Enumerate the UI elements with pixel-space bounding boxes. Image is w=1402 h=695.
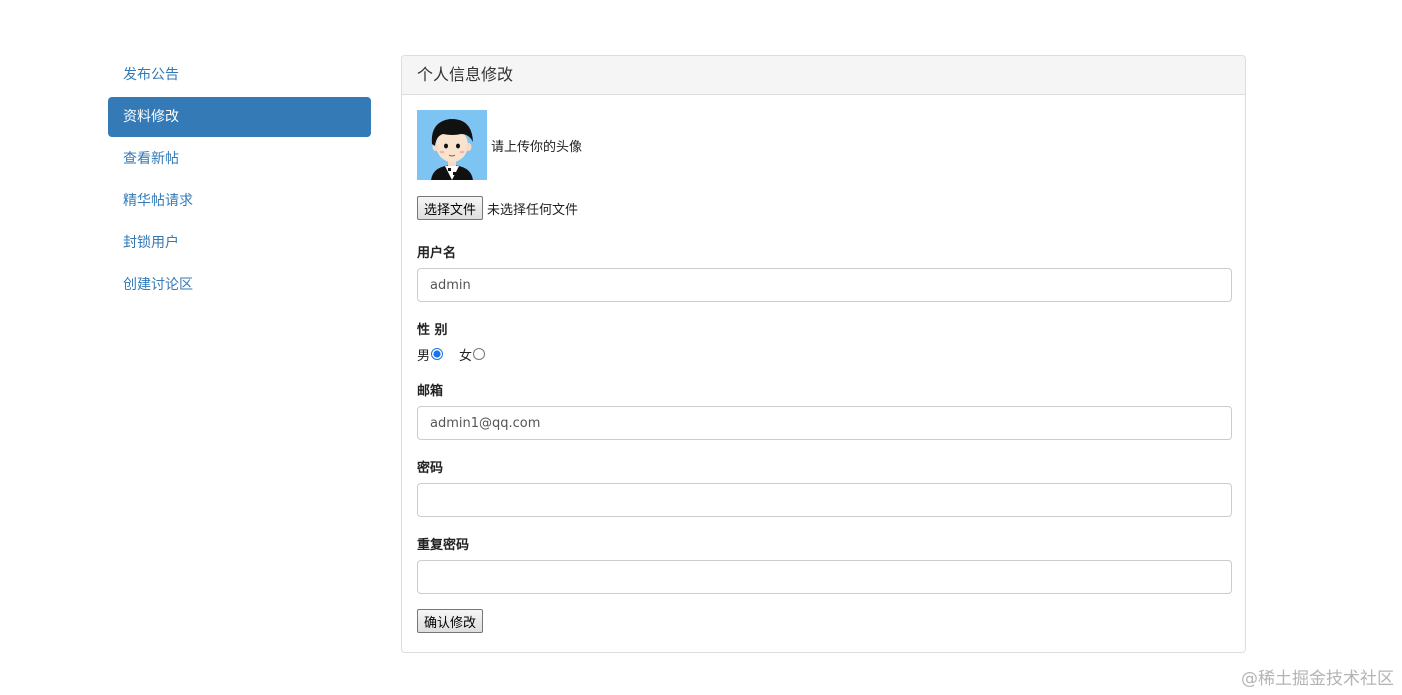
- choose-file-button[interactable]: 选择文件: [417, 196, 484, 220]
- confirm-edit-button[interactable]: 确认修改: [417, 609, 484, 633]
- panel-body: 请上传你的头像 选择文件 未选择任何文件 用户名 性 别 男 女: [402, 95, 1245, 633]
- sidebar-item-create-forum[interactable]: 创建讨论区: [108, 265, 371, 305]
- password-repeat-input[interactable]: [417, 560, 1232, 594]
- file-status-text: 未选择任何文件: [487, 202, 579, 218]
- gender-female-label: 女: [459, 348, 473, 364]
- sidebar-nav: 发布公告 资料修改 查看新帖 精华帖请求 封锁用户 创建讨论区: [108, 55, 371, 307]
- gender-label: 性 别: [417, 323, 448, 338]
- gender-option-male: 男: [417, 345, 444, 364]
- password-repeat-label: 重复密码: [417, 538, 470, 553]
- gender-male-label: 男: [417, 348, 431, 364]
- avatar-upload-hint: 请上传你的头像: [491, 139, 583, 155]
- password-input[interactable]: [417, 483, 1232, 517]
- file-upload-row: 选择文件 未选择任何文件: [417, 196, 1230, 220]
- password-repeat-group: 重复密码: [417, 534, 1232, 594]
- username-group: 用户名: [417, 242, 1232, 302]
- sidebar-item-edit-profile[interactable]: 资料修改: [108, 97, 371, 137]
- gender-female-radio[interactable]: [473, 348, 486, 360]
- watermark: @稀土掘金技术社区: [1241, 669, 1394, 689]
- sidebar-item-block-users[interactable]: 封锁用户: [108, 223, 371, 263]
- avatar-row: 请上传你的头像: [417, 110, 1230, 180]
- sidebar-item-view-new-posts[interactable]: 查看新帖: [108, 139, 371, 179]
- email-input[interactable]: [417, 406, 1232, 440]
- profile-edit-panel: 个人信息修改 请上传你的头像 选择文件 未选择任何文件 用户名 admin 性 …: [401, 55, 1246, 653]
- panel-title: 个人信息修改: [402, 56, 1245, 95]
- password-group: 密码: [417, 457, 1232, 517]
- submit-row: 确认修改: [417, 609, 1230, 633]
- page-root: 发布公告 资料修改 查看新帖 精华帖请求 封锁用户 创建讨论区 个人信息修改 请…: [0, 0, 1402, 695]
- username-input[interactable]: [417, 268, 1232, 302]
- sidebar-item-publish-notice[interactable]: 发布公告: [108, 55, 371, 95]
- email-group: 邮箱: [417, 380, 1232, 440]
- gender-options: 男 女: [417, 345, 1230, 364]
- sidebar-item-featured-requests[interactable]: 精华帖请求: [108, 181, 371, 221]
- username-label: 用户名: [417, 246, 457, 261]
- gender-option-female: 女: [459, 345, 486, 364]
- email-label: 邮箱: [417, 384, 444, 399]
- avatar-image: [417, 110, 487, 180]
- gender-group: 性 别 男 女: [417, 319, 1230, 364]
- password-label: 密码: [417, 461, 444, 476]
- gender-male-radio[interactable]: [431, 348, 444, 360]
